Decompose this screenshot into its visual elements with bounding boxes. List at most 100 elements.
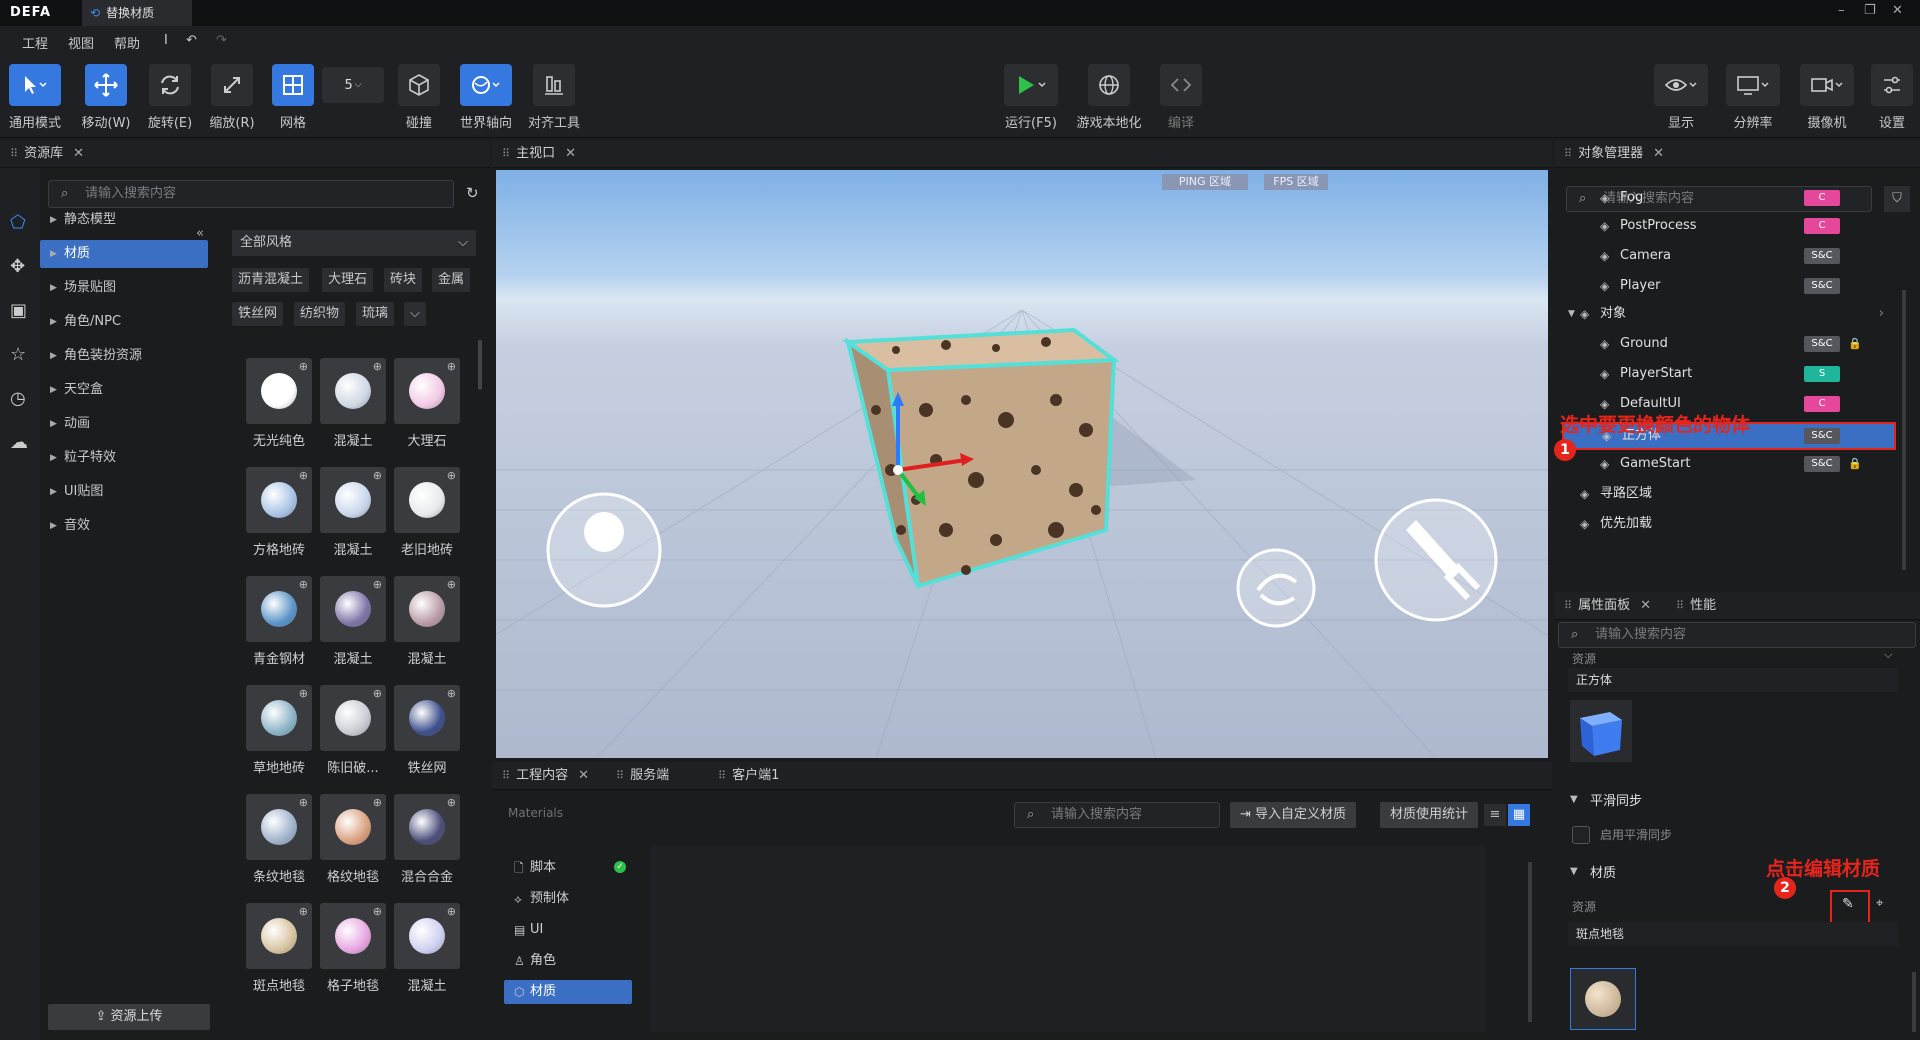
- zoom-icon[interactable]: ⊕: [447, 578, 456, 591]
- zoom-icon[interactable]: ⊕: [299, 360, 308, 373]
- zoom-icon[interactable]: ⊕: [373, 469, 382, 482]
- zoom-icon[interactable]: ⊕: [447, 469, 456, 482]
- toolbox-icon[interactable]: ▣: [10, 300, 27, 321]
- category-item[interactable]: ▶ 音效: [40, 512, 208, 540]
- refresh-icon[interactable]: ↻: [466, 184, 479, 202]
- filter-chip[interactable]: 沥青混凝土: [232, 268, 310, 292]
- object-tree-row[interactable]: ◈ PostProcess C: [1558, 214, 1898, 238]
- zoom-icon[interactable]: ⊕: [299, 687, 308, 700]
- scrollbar[interactable]: [478, 340, 482, 390]
- scrollbar[interactable]: [1528, 862, 1532, 1022]
- material-tile[interactable]: ⊕ 混凝土: [320, 467, 386, 558]
- content-tree-item[interactable]: ♙ 角色: [504, 949, 632, 973]
- category-item[interactable]: ▶ 角色装扮资源: [40, 342, 208, 370]
- resolution-button[interactable]: 分辨率: [1722, 64, 1784, 131]
- zoom-icon[interactable]: ⊕: [299, 905, 308, 918]
- material-tile[interactable]: ⊕ 混凝土: [320, 576, 386, 667]
- object-tree-row[interactable]: ◈ 寻路区域: [1558, 482, 1898, 506]
- material-tile[interactable]: ⊕ 条纹地毯: [246, 794, 312, 885]
- zoom-icon[interactable]: ⊕: [447, 687, 456, 700]
- asset-search-input[interactable]: ⌕ 请输入搜索内容: [48, 180, 454, 208]
- material-tile[interactable]: ⊕ 格纹地毯: [320, 794, 386, 885]
- category-item[interactable]: ▶ 静态模型: [40, 206, 208, 234]
- material-tile[interactable]: ⊕ 混凝土: [394, 576, 460, 667]
- scene-canvas[interactable]: PING 区域 FPS 区域: [496, 170, 1548, 758]
- tab-project-content[interactable]: ⠿ 工程内容 ✕: [502, 762, 589, 790]
- close-tab-icon[interactable]: ✕: [578, 768, 589, 783]
- close-tab-icon[interactable]: ✕: [73, 146, 84, 161]
- category-item[interactable]: ▶ 动画: [40, 410, 208, 438]
- category-item[interactable]: ▶ 角色/NPC: [40, 308, 208, 336]
- collapse-triangle-icon[interactable]: ▼: [1570, 794, 1578, 805]
- object-tree-row[interactable]: ◈ Player S&C: [1558, 274, 1898, 298]
- upload-asset-button[interactable]: ⇪ 资源上传: [48, 1004, 210, 1030]
- material-tile[interactable]: ⊕ 斑点地毯: [246, 903, 312, 994]
- collapse-triangle-icon[interactable]: ▼: [1570, 866, 1578, 877]
- scrollbar[interactable]: [1902, 290, 1906, 570]
- document-tab[interactable]: ⟲ 替换材质: [82, 0, 192, 26]
- material-tile[interactable]: ⊕ 铁丝网: [394, 685, 460, 776]
- category-item[interactable]: ▶ 粒子特效: [40, 444, 208, 472]
- material-tile[interactable]: ⊕ 无光纯色: [246, 358, 312, 449]
- filter-chip[interactable]: 铁丝网: [232, 302, 284, 326]
- run-button[interactable]: 运行(F5): [1000, 64, 1062, 131]
- category-item[interactable]: ▶ 材质: [40, 240, 208, 268]
- filter-chip[interactable]: 琉璃: [356, 302, 395, 326]
- maximize-icon[interactable]: ❐: [1864, 3, 1876, 18]
- content-tree-item[interactable]: 🗋 脚本 ✓: [504, 856, 632, 880]
- content-search-input[interactable]: ⌕ 请输入搜索内容: [1014, 802, 1220, 828]
- tab-main-viewport[interactable]: ⠿ 主视口 ✕: [502, 140, 576, 168]
- edit-icon[interactable]: ✎: [1842, 896, 1854, 912]
- grid-view-icon[interactable]: ▦: [1508, 804, 1530, 826]
- scrollbar[interactable]: [1912, 972, 1916, 1032]
- world-axis-button[interactable]: 世界轴向: [456, 64, 516, 131]
- object-tree-row[interactable]: ▼ › ◈ 对象: [1558, 302, 1898, 326]
- scale-button[interactable]: 缩放(R): [204, 64, 260, 131]
- list-view-icon[interactable]: ≡: [1484, 804, 1506, 826]
- chevron-down-icon[interactable]: ⌵: [404, 302, 426, 326]
- zoom-icon[interactable]: ⊕: [299, 796, 308, 809]
- undo-icon[interactable]: ↶: [186, 33, 197, 48]
- tab-asset-library[interactable]: ⠿ 资源库 ✕: [10, 140, 84, 168]
- chevron-down-icon[interactable]: ⌵: [1884, 648, 1892, 662]
- zoom-icon[interactable]: ⊕: [299, 469, 308, 482]
- material-tile[interactable]: ⊕ 混凝土: [394, 903, 460, 994]
- localization-button[interactable]: 游戏本地化: [1074, 64, 1144, 131]
- zoom-icon[interactable]: ⊕: [373, 687, 382, 700]
- object-tree-row[interactable]: ◈ GameStart S&C 🔒: [1558, 452, 1898, 476]
- content-tree-item[interactable]: ⟡ 预制体: [504, 887, 632, 911]
- material-tile[interactable]: ⊕ 大理石: [394, 358, 460, 449]
- chevron-right-icon[interactable]: ›: [1879, 302, 1884, 326]
- minimize-icon[interactable]: –: [1838, 3, 1845, 18]
- zoom-icon[interactable]: ⊕: [373, 796, 382, 809]
- star-icon[interactable]: ☆: [10, 344, 26, 365]
- tab-properties[interactable]: ⠿ 属性面板 ✕: [1564, 592, 1651, 620]
- tab-client1[interactable]: ⠿ 客户端1: [718, 762, 779, 790]
- material-tile[interactable]: ⊕ 陈旧破...: [320, 685, 386, 776]
- material-tile[interactable]: ⊕ 草地地砖: [246, 685, 312, 776]
- close-tab-icon[interactable]: ✕: [565, 146, 576, 161]
- tab-object-manager[interactable]: ⠿ 对象管理器 ✕: [1564, 140, 1664, 168]
- display-button[interactable]: 显示: [1650, 64, 1712, 131]
- tab-performance[interactable]: ⠿ 性能: [1676, 592, 1716, 620]
- zoom-icon[interactable]: ⊕: [373, 360, 382, 373]
- close-window-icon[interactable]: ✕: [1892, 3, 1903, 18]
- menu-view[interactable]: 视图: [68, 33, 94, 52]
- move-button[interactable]: 移动(W): [76, 64, 136, 131]
- grid-button[interactable]: 网格: [268, 64, 318, 131]
- import-custom-material-button[interactable]: ⇥ 导入自定义材质: [1230, 802, 1357, 828]
- category-item[interactable]: ▶ 场景贴图: [40, 274, 208, 302]
- filter-chip[interactable]: 大理石: [322, 268, 374, 292]
- content-tree-item[interactable]: ▤ UI: [504, 918, 632, 942]
- tab-server[interactable]: ⠿ 服务端: [616, 762, 669, 790]
- redo-icon[interactable]: ↷: [216, 33, 227, 48]
- zoom-icon[interactable]: ⊕: [299, 578, 308, 591]
- general-mode-button[interactable]: 通用模式: [6, 64, 64, 131]
- material-tile[interactable]: ⊕ 混凝土: [320, 358, 386, 449]
- lock-icon[interactable]: 🔒: [1848, 332, 1862, 356]
- object-tree-row[interactable]: ◈ Fog C: [1558, 186, 1898, 210]
- lock-icon[interactable]: 🔒: [1848, 452, 1862, 476]
- close-tab-icon[interactable]: ✕: [1640, 598, 1651, 613]
- expand-triangle-icon[interactable]: ▼: [1568, 302, 1575, 326]
- zoom-icon[interactable]: ⊕: [447, 905, 456, 918]
